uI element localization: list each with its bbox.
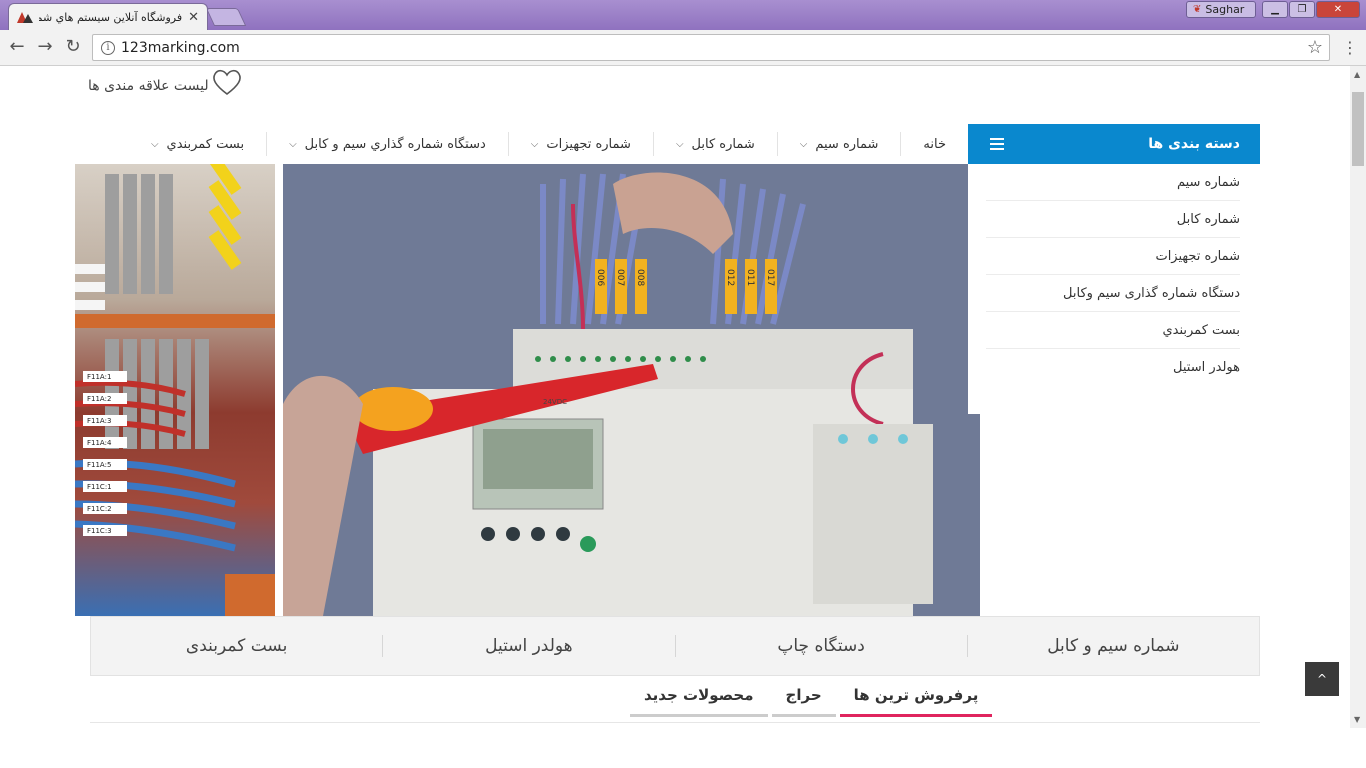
feature-printer[interactable]: دستگاه چاپ bbox=[674, 635, 967, 657]
chevron-down-icon: ⌵ bbox=[150, 138, 159, 150]
banner-terminal-image: F11A:1 F11A:2 F11A:3 F11A:4 F11A:5 F11C:1 F11C… bbox=[75, 164, 275, 616]
browser-menu-icon[interactable]: ⋮ bbox=[1342, 38, 1358, 57]
back-icon[interactable]: ← bbox=[6, 36, 28, 58]
chevron-down-icon: ⌵ bbox=[675, 138, 684, 150]
wire-sleeve-label: 017 bbox=[765, 269, 775, 286]
browser-toolbar: ← → ↻ i 123marking.com ☆ ⋮ bbox=[0, 30, 1366, 66]
device-label: 24VDC bbox=[543, 398, 567, 406]
main-menu: خانه شماره سیم ⌵ شماره کابل ⌵ شماره تجهی… bbox=[90, 124, 968, 164]
profile-button[interactable]: ❦ Saghar bbox=[1186, 1, 1256, 18]
window-controls: ▁ ❐ ✕ bbox=[1262, 1, 1360, 18]
restore-button[interactable]: ❐ bbox=[1289, 1, 1315, 18]
browser-titlebar: فروشگاه آنلاین سیستم هاي شماره ✕ ❦ Sagha… bbox=[0, 0, 1366, 30]
wire-marker-label: F11A:4 bbox=[87, 439, 112, 447]
menu-item-cable-number[interactable]: شماره کابل ⌵ bbox=[652, 132, 777, 156]
wire-sleeve-label: 006 bbox=[595, 269, 605, 286]
hamburger-icon[interactable] bbox=[990, 138, 1004, 150]
url-text[interactable]: 123marking.com bbox=[121, 40, 1307, 56]
tab-best-sellers[interactable]: پرفروش ترین ها bbox=[839, 678, 993, 717]
close-window-button[interactable]: ✕ bbox=[1316, 1, 1360, 18]
chevron-down-icon: ⌵ bbox=[289, 138, 297, 150]
minimize-button[interactable]: ▁ bbox=[1262, 1, 1288, 18]
tab-title: فروشگاه آنلاین سیستم هاي شماره bbox=[39, 10, 183, 24]
category-item-cable-ties[interactable]: بست کمربندي bbox=[986, 312, 1240, 349]
wire-marker-label: F11A:2 bbox=[87, 395, 111, 403]
wishlist-link[interactable]: لیست علاقه مندی ها bbox=[88, 68, 243, 96]
heart-icon bbox=[212, 69, 241, 96]
wire-marker-label: F11C:2 bbox=[87, 505, 112, 513]
reload-icon[interactable]: ↻ bbox=[62, 36, 84, 58]
scrollbar-thumb[interactable] bbox=[1352, 92, 1364, 166]
scroll-down-icon[interactable]: ▼ bbox=[1354, 715, 1360, 724]
wire-marker-label: F11A:3 bbox=[87, 417, 111, 425]
address-bar[interactable]: i 123marking.com ☆ bbox=[92, 34, 1330, 61]
bookmark-star-icon[interactable]: ☆ bbox=[1307, 37, 1323, 58]
chevron-up-icon: ^ bbox=[1316, 672, 1328, 686]
category-item-wire-number[interactable]: شماره سیم bbox=[986, 164, 1240, 201]
tab-new-products[interactable]: محصولات جدید bbox=[630, 678, 768, 717]
page-scrollbar[interactable]: ▲ ▼ bbox=[1350, 66, 1366, 728]
wire-marker-label: F11C:3 bbox=[87, 527, 112, 535]
wire-marker-label: F11C:1 bbox=[87, 483, 112, 491]
wire-marker-label: F11A:5 bbox=[87, 461, 111, 469]
menu-item-marking-device[interactable]: دستگاه شماره گذاري سيم و كابل ⌵ bbox=[266, 132, 508, 156]
wire-marker-label: F11A:1 bbox=[87, 373, 111, 381]
wire-sleeve bbox=[725, 259, 737, 314]
category-item-equipment-number[interactable]: شماره تجهیزات bbox=[986, 238, 1240, 275]
wire-sleeve bbox=[615, 259, 627, 314]
wire-sleeve bbox=[595, 259, 607, 314]
menu-item-label: شماره سیم bbox=[815, 136, 879, 152]
chevron-down-icon: ⌵ bbox=[799, 138, 808, 150]
new-tab-button[interactable] bbox=[205, 8, 247, 26]
tab-divider bbox=[90, 722, 1260, 723]
banner-main-image: 006 007 008 012 011 017 24VDC bbox=[283, 164, 980, 616]
menu-item-label: دستگاه شماره گذاري سيم و كابل bbox=[304, 136, 486, 152]
forward-icon[interactable]: → bbox=[34, 36, 56, 58]
page-content: لیست علاقه مندی ها خانه شماره سیم ⌵ شمار… bbox=[0, 66, 1350, 728]
profile-icon: ❦ bbox=[1193, 4, 1202, 15]
feature-cable-ties[interactable]: بست کمربندی bbox=[91, 635, 382, 657]
terminal-blocks-illustration: F11A:1 F11A:2 F11A:3 F11A:4 F11A:5 F11C:1 F11C… bbox=[75, 164, 275, 616]
wire-sleeve-label: 012 bbox=[725, 269, 735, 286]
category-header[interactable]: دسته بندی ها bbox=[968, 124, 1260, 164]
menu-item-label: شماره کابل bbox=[691, 136, 755, 152]
wire-sleeve-label: 007 bbox=[615, 269, 625, 286]
menu-item-cable-ties[interactable]: بست كمربندي ⌵ bbox=[129, 132, 266, 156]
tab-sale[interactable]: حراج bbox=[771, 678, 836, 717]
product-tabs: پرفروش ترین ها حراج محصولات جدید bbox=[630, 678, 993, 717]
category-item-marking-device[interactable]: دستگاه شماره گذاری سیم وکابل bbox=[986, 275, 1240, 312]
scroll-up-icon[interactable]: ▲ bbox=[1354, 70, 1360, 79]
menu-item-equipment-number[interactable]: شماره تجهیزات ⌵ bbox=[507, 132, 653, 156]
site-info-icon[interactable]: i bbox=[101, 40, 115, 55]
wishlist-label: لیست علاقه مندی ها bbox=[88, 78, 209, 94]
wire-sleeve bbox=[745, 259, 757, 314]
control-panel-illustration: 006 007 008 012 011 017 24VDC bbox=[283, 164, 980, 616]
category-sidebar: دسته بندی ها شماره سیم شماره کابل شماره … bbox=[968, 124, 1260, 386]
browser-tab[interactable]: فروشگاه آنلاین سیستم هاي شماره ✕ bbox=[8, 3, 208, 30]
menu-item-home[interactable]: خانه bbox=[900, 132, 968, 156]
menu-item-label: بست كمربندي bbox=[166, 136, 245, 152]
feature-steel-holder[interactable]: هولدر استیل bbox=[382, 635, 674, 657]
category-item-cable-number[interactable]: شماره کابل bbox=[986, 201, 1240, 238]
wire-sleeve bbox=[765, 259, 777, 314]
category-item-steel-holder[interactable]: هولدر استیل bbox=[986, 349, 1240, 386]
tab-close-icon[interactable]: ✕ bbox=[188, 10, 199, 25]
scroll-to-top-button[interactable]: ^ bbox=[1305, 662, 1339, 696]
profile-name: Saghar bbox=[1205, 3, 1245, 16]
wire-sleeve-label: 011 bbox=[745, 269, 755, 286]
feature-wire-cable-number[interactable]: شماره سیم و کابل bbox=[966, 635, 1259, 657]
site-favicon-icon bbox=[17, 12, 33, 23]
wire-sleeve-label: 008 bbox=[635, 269, 645, 286]
feature-bar: شماره سیم و کابل دستگاه چاپ هولدر استیل … bbox=[90, 616, 1260, 676]
chevron-down-icon: ⌵ bbox=[530, 138, 539, 150]
banner-divider bbox=[275, 164, 283, 616]
category-list: شماره سیم شماره کابل شماره تجهیزات دستگا… bbox=[968, 164, 1260, 386]
wire-sleeve bbox=[635, 259, 647, 314]
menu-item-label: شماره تجهیزات bbox=[546, 136, 631, 152]
menu-item-wire-number[interactable]: شماره سیم ⌵ bbox=[776, 132, 901, 156]
category-title: دسته بندی ها bbox=[1148, 136, 1240, 152]
menu-item-label: خانه bbox=[923, 136, 946, 152]
